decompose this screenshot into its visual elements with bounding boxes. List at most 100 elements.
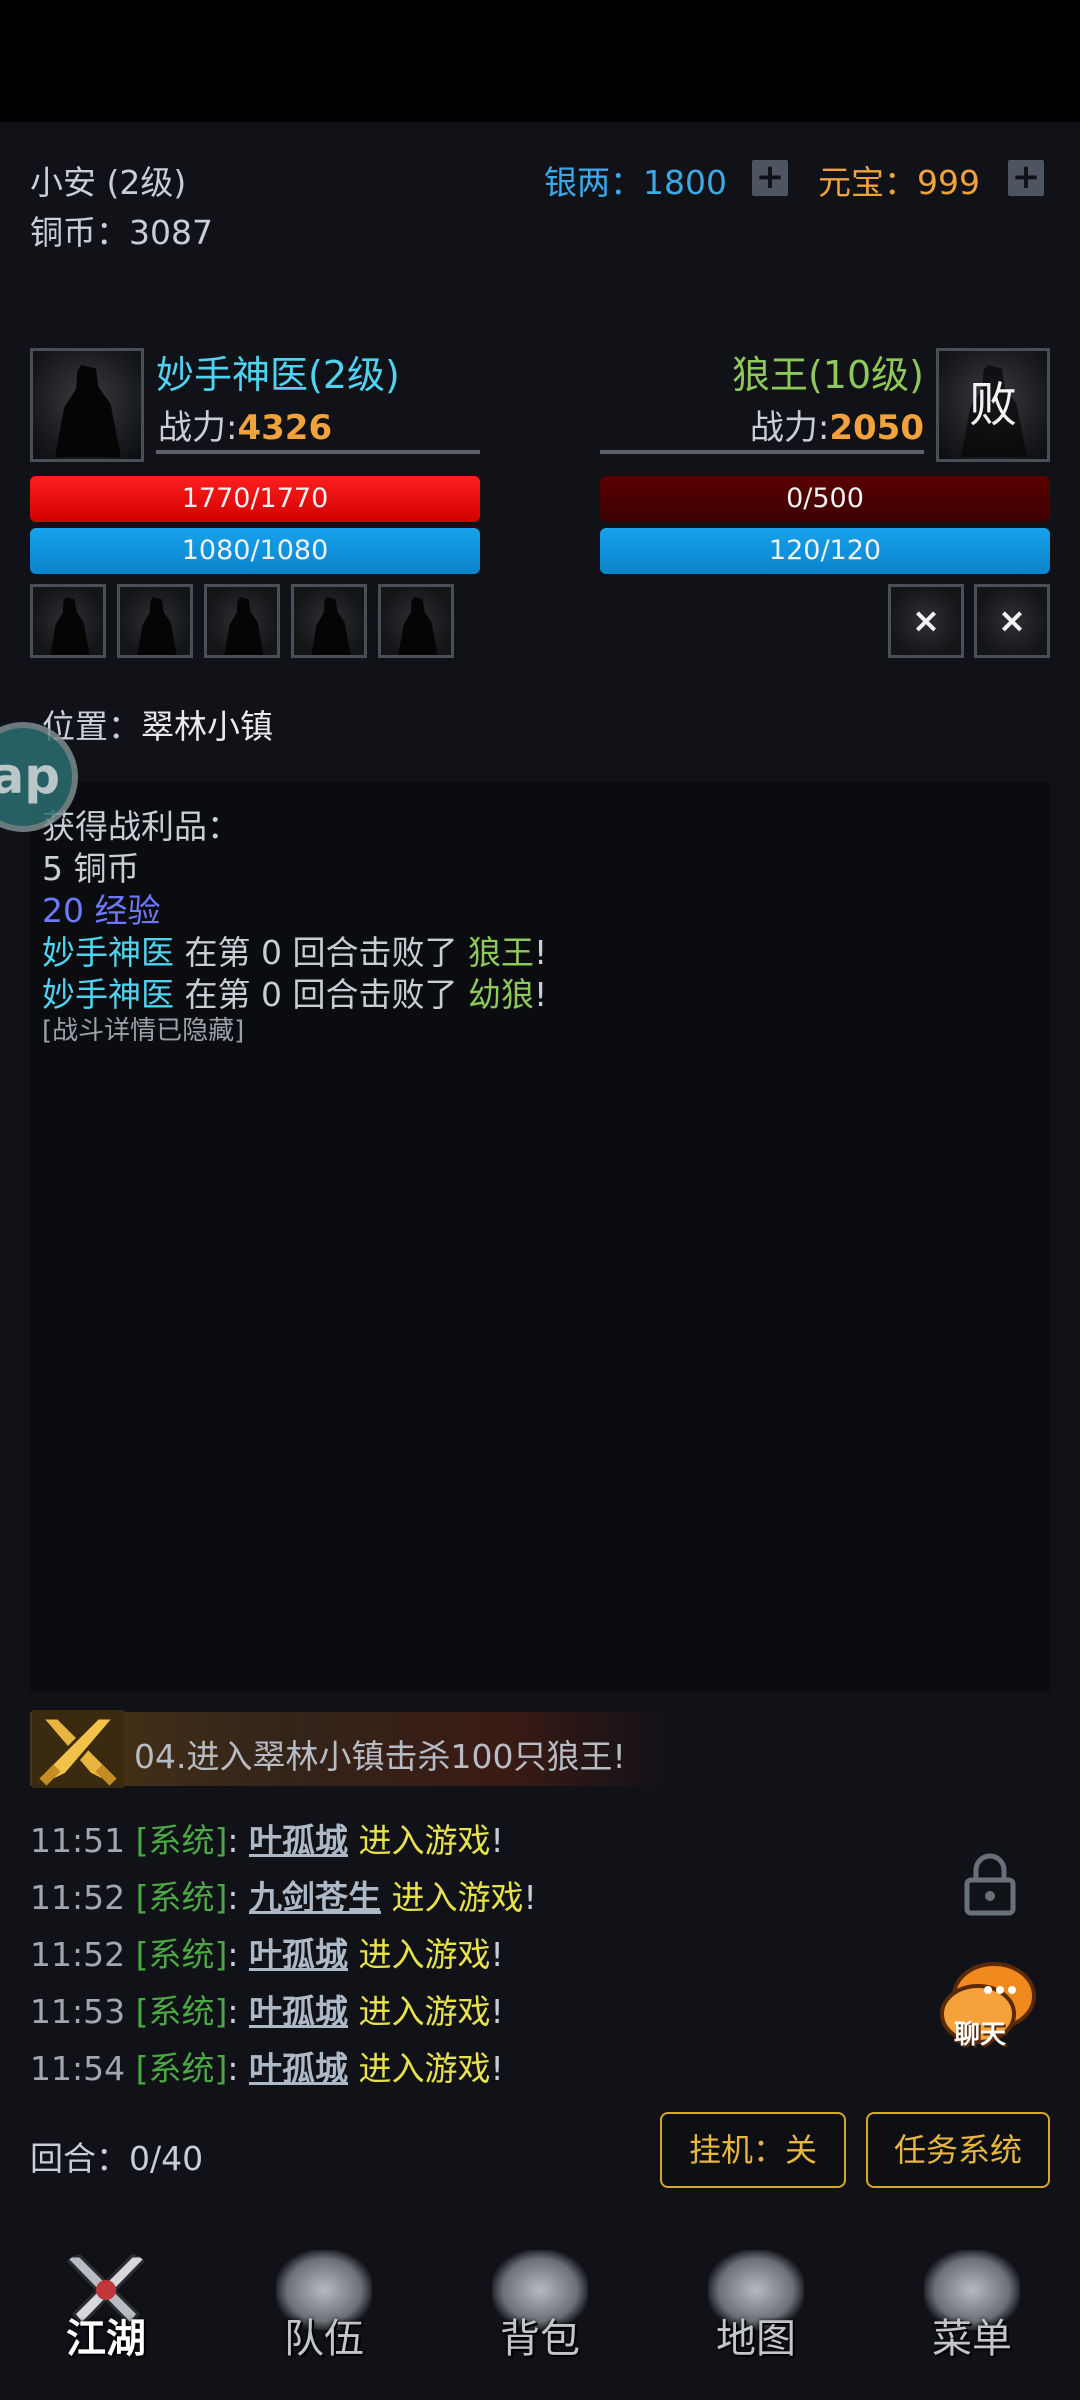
log-text: 在第 0 回合击败了 (174, 933, 468, 972)
chat-time: 11:52 (30, 1935, 126, 1974)
auto-battle-toggle-button[interactable]: 挂机：关 (660, 2112, 846, 2188)
chat-channel: [系统] (135, 2049, 228, 2088)
enemy-name: 狼王(10级) (731, 353, 924, 397)
log-target: 幼狼 (467, 975, 534, 1014)
copper-label: 铜币： (30, 213, 129, 252)
nav-label: 背包 (500, 2316, 580, 2362)
chat-time: 11:54 (30, 2049, 126, 2088)
add-ingot-button[interactable]: + (1008, 160, 1044, 196)
chat-line: 11:54 [系统]: 叶孤城 进入游戏! (30, 2042, 504, 2090)
chat-end: ! (490, 1935, 504, 1974)
ally-team-slot-4[interactable] (291, 584, 367, 658)
ally-portrait[interactable] (30, 348, 144, 462)
location-value: 翠林小镇 (141, 707, 273, 746)
chat-time: 11:53 (30, 1992, 126, 2031)
member-silhouette-icon (311, 597, 351, 655)
enemy-hp-bar: 0/500 (600, 476, 1050, 522)
enemy-mp-bar: 120/120 (600, 528, 1050, 574)
ally-team-slot-1[interactable] (30, 584, 106, 658)
chat-message: 进入游戏 (380, 1878, 524, 1917)
chat-player-link[interactable]: 叶孤城 (249, 1821, 348, 1860)
enemy-power: 战力:2050 (600, 400, 924, 449)
chat-button[interactable]: 聊天 (932, 1950, 1044, 2062)
ally-team-slot-3[interactable] (204, 584, 280, 658)
defeated-badge: 败 (968, 377, 1017, 433)
copper-value: 3087 (129, 213, 213, 252)
chat-button-label: 聊天 (954, 2020, 1007, 2050)
nav-label: 队伍 (284, 2316, 364, 2362)
log-actor: 妙手神医 (42, 975, 174, 1014)
log-end: ! (533, 933, 548, 972)
chat-player-link[interactable]: 叶孤城 (249, 1992, 348, 2031)
chat-player-link[interactable]: 叶孤城 (249, 2049, 348, 2088)
enemy-portrait[interactable]: 败 (936, 348, 1050, 462)
copper-display: 铜币：3087 (30, 206, 213, 254)
battle-log-line: 妙手神医 在第 0 回合击败了 幼狼! (42, 968, 547, 1016)
ally-power-label: 战力: (158, 408, 238, 448)
silver-value: 1800 (643, 163, 727, 202)
ally-hp-bar: 1770/1770 (30, 476, 480, 522)
loot-copper: 5 铜币 (42, 849, 140, 888)
chat-player-link[interactable]: 九剑苍生 (249, 1878, 381, 1917)
round-counter: 回合：0/40 (30, 2132, 203, 2180)
quest-text: 04.进入翠林小镇击杀100只狼王! (134, 1737, 626, 1776)
nav-label: 地图 (716, 2316, 796, 2362)
task-system-button[interactable]: 任务系统 (866, 2112, 1050, 2188)
chat-line: 11:53 [系统]: 叶孤城 进入游戏! (30, 1985, 504, 2033)
nav-map[interactable]: 地图 (686, 2246, 826, 2386)
chat-separator: : (227, 2049, 239, 2088)
silver-label: 银两： (544, 163, 643, 202)
chat-separator: : (227, 1878, 239, 1917)
log-actor: 妙手神医 (42, 933, 174, 972)
ally-power: 战力:4326 (158, 400, 332, 449)
ally-power-divider (156, 450, 480, 454)
chat-message: 进入游戏 (347, 2049, 491, 2088)
chat-separator: : (227, 1821, 239, 1860)
chat-channel: [系统] (135, 1821, 228, 1860)
nav-label: 江湖 (66, 2316, 146, 2362)
chat-end: ! (490, 1821, 504, 1860)
ally-power-value: 4326 (237, 408, 333, 448)
chat-channel: [系统] (135, 1992, 228, 2031)
round-label: 回合： (30, 2139, 129, 2178)
battle-log-line: 妙手神医 在第 0 回合击败了 狼王! (42, 926, 547, 974)
nav-backpack[interactable]: 背包 (470, 2246, 610, 2386)
log-text: 在第 0 回合击败了 (174, 975, 468, 1014)
ally-mp-bar: 1080/1080 (30, 528, 480, 574)
chat-channel: [系统] (135, 1878, 228, 1917)
lock-icon[interactable] (964, 1852, 1016, 1916)
ally-name: 妙手神医(2级) (156, 353, 400, 397)
chat-channel: [系统] (135, 1935, 228, 1974)
chat-line: 11:52 [系统]: 九剑苍生 进入游戏! (30, 1871, 537, 1919)
chat-player-link[interactable]: 叶孤城 (249, 1935, 348, 1974)
member-silhouette-icon (224, 597, 264, 655)
member-silhouette-icon (50, 597, 90, 655)
add-silver-button[interactable]: + (752, 160, 788, 196)
member-silhouette-icon (137, 597, 177, 655)
loot-title: 获得战利品： (42, 807, 240, 846)
member-silhouette-icon (398, 597, 438, 655)
system-status-bar (0, 0, 1080, 122)
nav-team[interactable]: 队伍 (254, 2246, 394, 2386)
round-value: 0/40 (129, 2139, 204, 2178)
chat-time: 11:51 (30, 1821, 126, 1860)
chat-line: 11:52 [系统]: 叶孤城 进入游戏! (30, 1928, 504, 1976)
enemy-slot-defeated-2[interactable]: × (974, 584, 1050, 658)
ingot-display: 元宝：999 (818, 156, 980, 204)
crossed-swords-quest-icon (32, 1710, 124, 1788)
ally-team-slot-2[interactable] (117, 584, 193, 658)
nav-menu[interactable]: 菜单 (902, 2246, 1042, 2386)
enemy-power-label: 战力: (749, 408, 830, 448)
chat-end: ! (490, 2049, 504, 2088)
enemy-slot-defeated-1[interactable]: × (888, 584, 964, 658)
chat-end: ! (490, 1992, 504, 2031)
player-name: 小安 (2级) (30, 163, 187, 202)
chat-message: 进入游戏 (347, 1821, 491, 1860)
chat-time: 11:52 (30, 1878, 126, 1917)
ally-team-slot-5[interactable] (378, 584, 454, 658)
log-target: 狼王 (467, 933, 534, 972)
chat-end: ! (523, 1878, 537, 1917)
battle-log-panel[interactable] (30, 782, 1050, 1692)
battle-details-hidden[interactable]: [战斗详情已隐藏] (42, 1010, 244, 1047)
nav-jianghu[interactable]: 江湖 (36, 2246, 176, 2386)
